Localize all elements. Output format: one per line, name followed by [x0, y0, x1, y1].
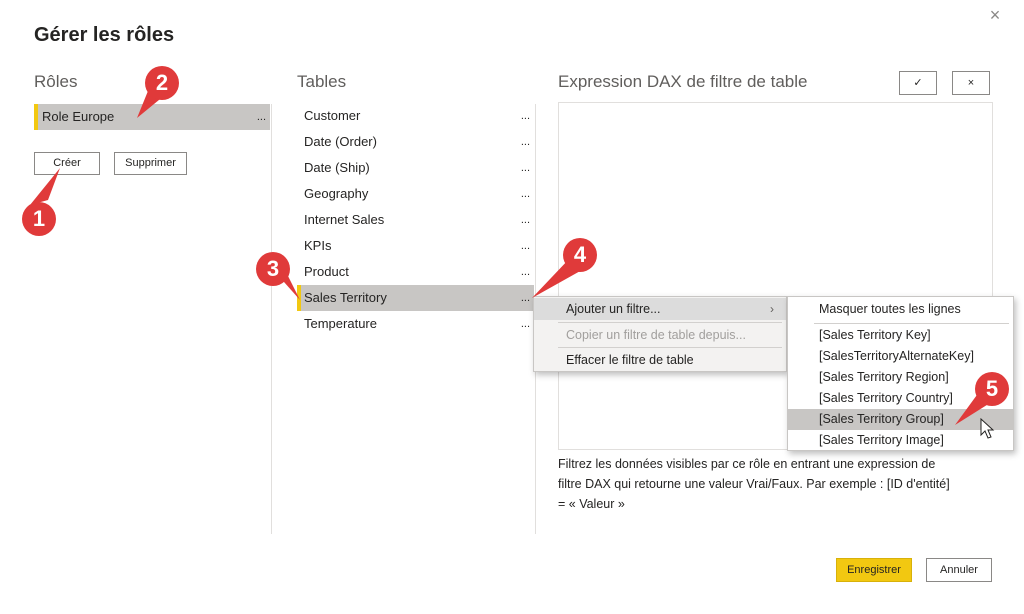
table-more-icon[interactable]: ...: [521, 103, 530, 129]
column-divider: [271, 104, 272, 534]
tables-heading: Tables: [297, 72, 347, 91]
menu-clear-filter[interactable]: Effacer le filtre de table: [534, 349, 786, 371]
menu-add-filter[interactable]: Ajouter un filtre... ›: [534, 298, 786, 320]
menu-separator: [558, 347, 782, 348]
dialog-title: Gérer les rôles: [34, 24, 175, 46]
table-item-label: Sales Territory: [304, 290, 387, 305]
submenu-column-item[interactable]: [SalesTerritoryAlternateKey]: [788, 346, 1013, 367]
menu-item-label: Ajouter un filtre...: [566, 302, 661, 316]
callout-badge-5: 5: [975, 372, 1009, 406]
table-item-label: KPIs: [304, 238, 332, 253]
submenu-arrow-icon: ›: [770, 302, 774, 316]
create-role-button[interactable]: Créer: [34, 152, 100, 175]
role-item-europe[interactable]: Role Europe ...: [34, 104, 270, 130]
table-more-icon[interactable]: ...: [521, 259, 530, 285]
menu-separator: [558, 322, 782, 323]
roles-heading: Rôles: [34, 72, 78, 91]
menu-copy-filter[interactable]: Copier un filtre de table depuis...: [534, 324, 786, 346]
table-more-icon[interactable]: ...: [521, 233, 530, 259]
table-item-label: Product: [304, 264, 349, 279]
table-item-label: Date (Order): [304, 134, 377, 149]
table-item-label: Date (Ship): [304, 160, 370, 175]
dax-heading: Expression DAX de filtre de table: [558, 72, 808, 91]
table-more-icon[interactable]: ...: [521, 311, 530, 337]
delete-role-button[interactable]: Supprimer: [114, 152, 187, 175]
table-more-icon[interactable]: ...: [521, 181, 530, 207]
callout-badge-2: 2: [145, 66, 179, 100]
table-item[interactable]: Temperature...: [297, 311, 534, 337]
table-item[interactable]: Customer...: [297, 103, 534, 129]
table-more-icon[interactable]: ...: [521, 207, 530, 233]
role-item-label: Role Europe: [42, 109, 115, 124]
table-item-label: Internet Sales: [304, 212, 385, 227]
mouse-cursor-icon: [980, 418, 995, 439]
menu-separator: [814, 323, 1009, 324]
table-more-icon[interactable]: ...: [521, 129, 530, 155]
role-more-icon[interactable]: ...: [257, 104, 266, 130]
table-item[interactable]: KPIs...: [297, 233, 534, 259]
callout-badge-1: 1: [22, 202, 56, 236]
table-item-label: Temperature: [304, 316, 377, 331]
submenu-hide-all-rows[interactable]: Masquer toutes les lignes: [788, 299, 1013, 320]
submenu-column-item[interactable]: [Sales Territory Key]: [788, 325, 1013, 346]
table-item[interactable]: Product...: [297, 259, 534, 285]
table-more-icon[interactable]: ...: [521, 155, 530, 181]
callout-badge-3: 3: [256, 252, 290, 286]
save-button[interactable]: Enregistrer: [836, 558, 912, 582]
table-item-selected[interactable]: Sales Territory...: [297, 285, 534, 311]
confirm-check-button[interactable]: ✓: [899, 71, 937, 95]
table-item[interactable]: Internet Sales...: [297, 207, 534, 233]
table-item[interactable]: Geography...: [297, 181, 534, 207]
cancel-button[interactable]: Annuler: [926, 558, 992, 582]
table-more-icon[interactable]: ...: [521, 285, 530, 311]
dax-help-text: Filtrez les données visibles par ce rôle…: [558, 457, 950, 511]
table-item[interactable]: Date (Order)...: [297, 129, 534, 155]
close-icon[interactable]: ×: [986, 6, 1004, 24]
table-item[interactable]: Date (Ship)...: [297, 155, 534, 181]
callout-badge-4: 4: [563, 238, 597, 272]
table-context-menu: Ajouter un filtre... › Copier un filtre …: [533, 296, 787, 372]
discard-x-button[interactable]: ×: [952, 71, 990, 95]
table-item-label: Customer: [304, 108, 361, 123]
table-item-label: Geography: [304, 186, 369, 201]
